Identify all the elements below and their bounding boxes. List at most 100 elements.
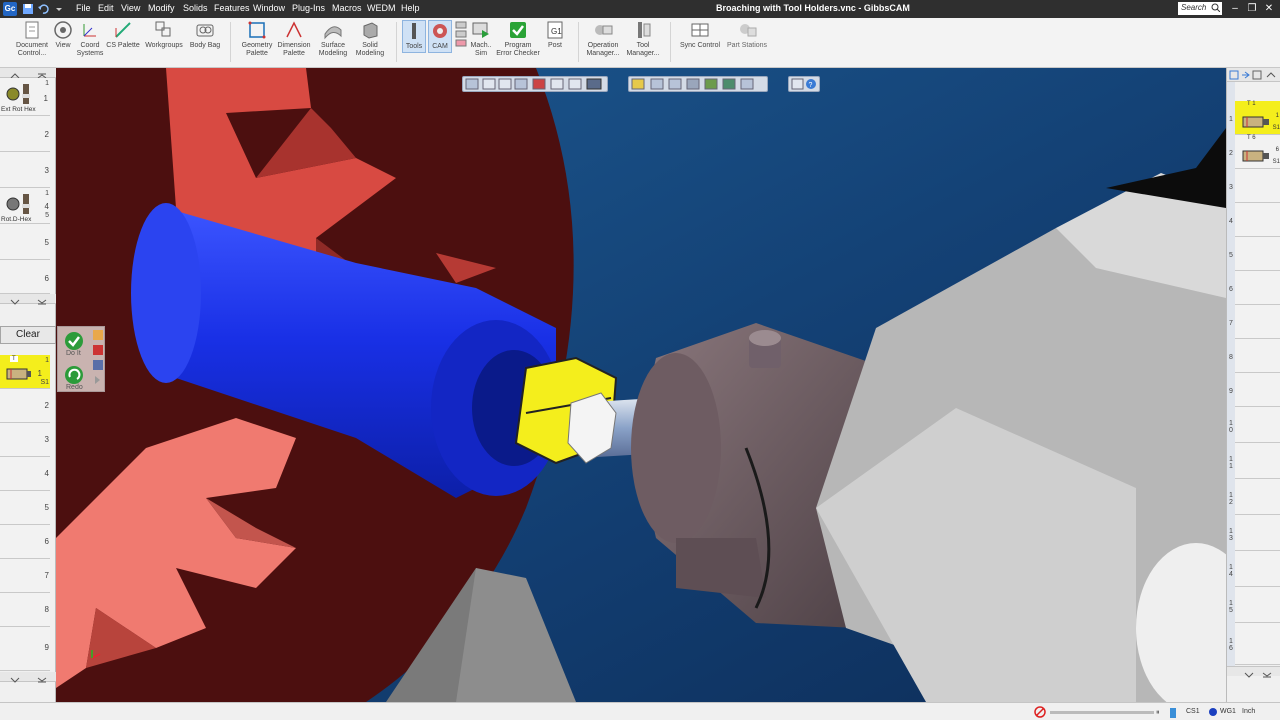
turret-slot-5[interactable] [1235, 237, 1280, 271]
turret-slot-8[interactable] [1235, 339, 1280, 373]
process-slot-8[interactable]: 8 [0, 593, 50, 627]
view-toolbar-1[interactable] [462, 76, 608, 92]
machine-sim-button[interactable]: Mach.. Sim [468, 20, 494, 58]
redo-button[interactable]: Redo [66, 384, 83, 391]
process-slot-2[interactable]: 2 [0, 389, 50, 423]
body-bag-button[interactable]: Body Bag [187, 20, 223, 50]
coord-systems-button[interactable]: Coord Systems [75, 20, 105, 58]
tool-manager-button[interactable]: Tool Manager... [624, 20, 662, 58]
process-slot-4[interactable]: 4 [0, 457, 50, 491]
turret-slot-16[interactable] [1235, 623, 1280, 665]
menu-macros[interactable]: Macros [332, 3, 362, 13]
process-slot-5[interactable]: 5 [0, 491, 50, 525]
workgroups-button[interactable]: Workgroups [142, 20, 186, 50]
turret-slot-14[interactable] [1235, 551, 1280, 587]
progress-track[interactable] [1050, 711, 1154, 714]
clear-button[interactable]: Clear [0, 326, 56, 344]
menu-view[interactable]: View [121, 3, 140, 13]
workgroup-indicator[interactable]: WG1 [1220, 708, 1236, 715]
geometry-palette-button[interactable]: Geometry Palette [238, 20, 276, 58]
rot-d-hex-tool-icon [6, 194, 30, 214]
tool-slot-3[interactable]: 3 [0, 152, 50, 188]
dimension-palette-icon [286, 21, 302, 38]
program-error-checker-button[interactable]: Program Error Checker [494, 20, 542, 58]
tool-slot-2[interactable]: 2 [0, 116, 50, 152]
search-icon[interactable] [1211, 3, 1220, 12]
process-side-icons[interactable] [92, 329, 104, 389]
turret-slot-3[interactable] [1235, 169, 1280, 203]
save-icon[interactable] [21, 2, 35, 16]
tool-slot-4[interactable]: 1 4 5 Rot.D-Hex [0, 188, 50, 224]
redo-icon[interactable] [64, 365, 84, 385]
menu-wedm[interactable]: WEDM [367, 3, 396, 13]
dimension-palette-button[interactable]: Dimension Palette [276, 20, 312, 58]
menu-plug-ins[interactable]: Plug-Ins [292, 3, 325, 13]
process-slot-7[interactable]: 7 [0, 559, 50, 593]
menu-features[interactable]: Features [214, 3, 250, 13]
solid-modeling-button[interactable]: Solid Modeling [352, 20, 388, 58]
turret-slot-15[interactable] [1235, 587, 1280, 623]
menu-modify[interactable]: Modify [148, 3, 175, 13]
quick-access-dropdown-icon[interactable] [52, 2, 66, 16]
sync-control-button[interactable]: Sync Control [677, 20, 723, 50]
menu-help[interactable]: Help [401, 3, 420, 13]
do-it-check-icon[interactable] [64, 331, 84, 351]
cam-button[interactable]: CAM [428, 20, 452, 53]
turret-slot-9[interactable] [1235, 373, 1280, 407]
turret-slot-1[interactable]: T 1 1 S1 [1235, 101, 1280, 135]
operation-manager-button[interactable]: Operation Manager... [583, 20, 623, 58]
turret-slot-11[interactable] [1235, 443, 1280, 479]
turret-slot-12[interactable] [1235, 479, 1280, 515]
geometry-palette-icon [248, 21, 266, 39]
svg-text:?: ? [809, 82, 813, 89]
tool-list-scroll-down[interactable] [0, 294, 56, 305]
part-stations-button[interactable]: Part Stations [724, 20, 770, 50]
tool-manager-icon [638, 22, 651, 38]
process-slot-1[interactable]: T 1 1 S1 [0, 355, 50, 389]
do-it-button[interactable]: Do It [66, 350, 81, 357]
view-toolbar-3[interactable]: ? [788, 76, 820, 92]
small-tool-stack[interactable] [454, 20, 468, 53]
tool-list-scroll-up[interactable] [0, 68, 56, 79]
turret-slot-10[interactable] [1235, 407, 1280, 443]
turret-slot-7[interactable] [1235, 305, 1280, 339]
solid-modeling-icon [363, 22, 378, 39]
view-toolbar-2[interactable] [628, 76, 768, 92]
process-slot-6[interactable]: 6 [0, 525, 50, 559]
unit-indicator[interactable]: Inch [1242, 708, 1255, 715]
broach-process-icon [6, 368, 31, 380]
operation-manager-icon [595, 25, 613, 35]
undo-icon[interactable] [36, 2, 50, 16]
stop-icon[interactable] [1034, 706, 1046, 718]
coordinate-system-indicator[interactable]: CS1 [1186, 708, 1200, 715]
post-button[interactable]: G1 Post [544, 20, 566, 50]
tool-slot-5[interactable]: 5 [0, 224, 50, 260]
restore-button[interactable]: ❐ [1245, 2, 1259, 16]
menu-edit[interactable]: Edit [98, 3, 114, 13]
menu-window[interactable]: Window [253, 3, 285, 13]
gibbscam-logo-icon[interactable]: Gc [3, 2, 17, 16]
menu-solids[interactable]: Solids [183, 3, 208, 13]
machine-sim-icon [472, 22, 489, 38]
tool-slot-6[interactable]: 6 [0, 260, 50, 294]
tools-button[interactable]: Tools [402, 20, 426, 53]
status-pause-icon[interactable]: ⏸ [1156, 709, 1160, 717]
close-button[interactable]: ✕ [1262, 2, 1276, 16]
menu-file[interactable]: File [76, 3, 91, 13]
turret-slot-6[interactable] [1235, 271, 1280, 305]
tool-slot-1[interactable]: 1 1 Ext Rot Hex [0, 78, 50, 116]
process-list-scroll-down[interactable] [0, 672, 56, 683]
turret-slot-2[interactable]: T 6 6 S1 [1235, 135, 1280, 169]
cs-palette-button[interactable]: CS Palette [105, 20, 141, 50]
turret-panel-header[interactable] [1227, 68, 1280, 82]
process-slot-3[interactable]: 3 [0, 423, 50, 457]
turret-slot-13[interactable] [1235, 515, 1280, 551]
process-slot-9[interactable]: 9 [0, 627, 50, 671]
3d-viewport[interactable]: ? [56, 68, 1226, 702]
surface-modeling-button[interactable]: Surface Modeling [314, 20, 352, 58]
turret-scroll-down[interactable] [1227, 666, 1280, 678]
turret-slot-4[interactable] [1235, 203, 1280, 237]
view-button[interactable]: View [52, 20, 74, 50]
document-control-button[interactable]: Document Control... [12, 20, 52, 58]
minimize-button[interactable]: – [1228, 2, 1242, 16]
